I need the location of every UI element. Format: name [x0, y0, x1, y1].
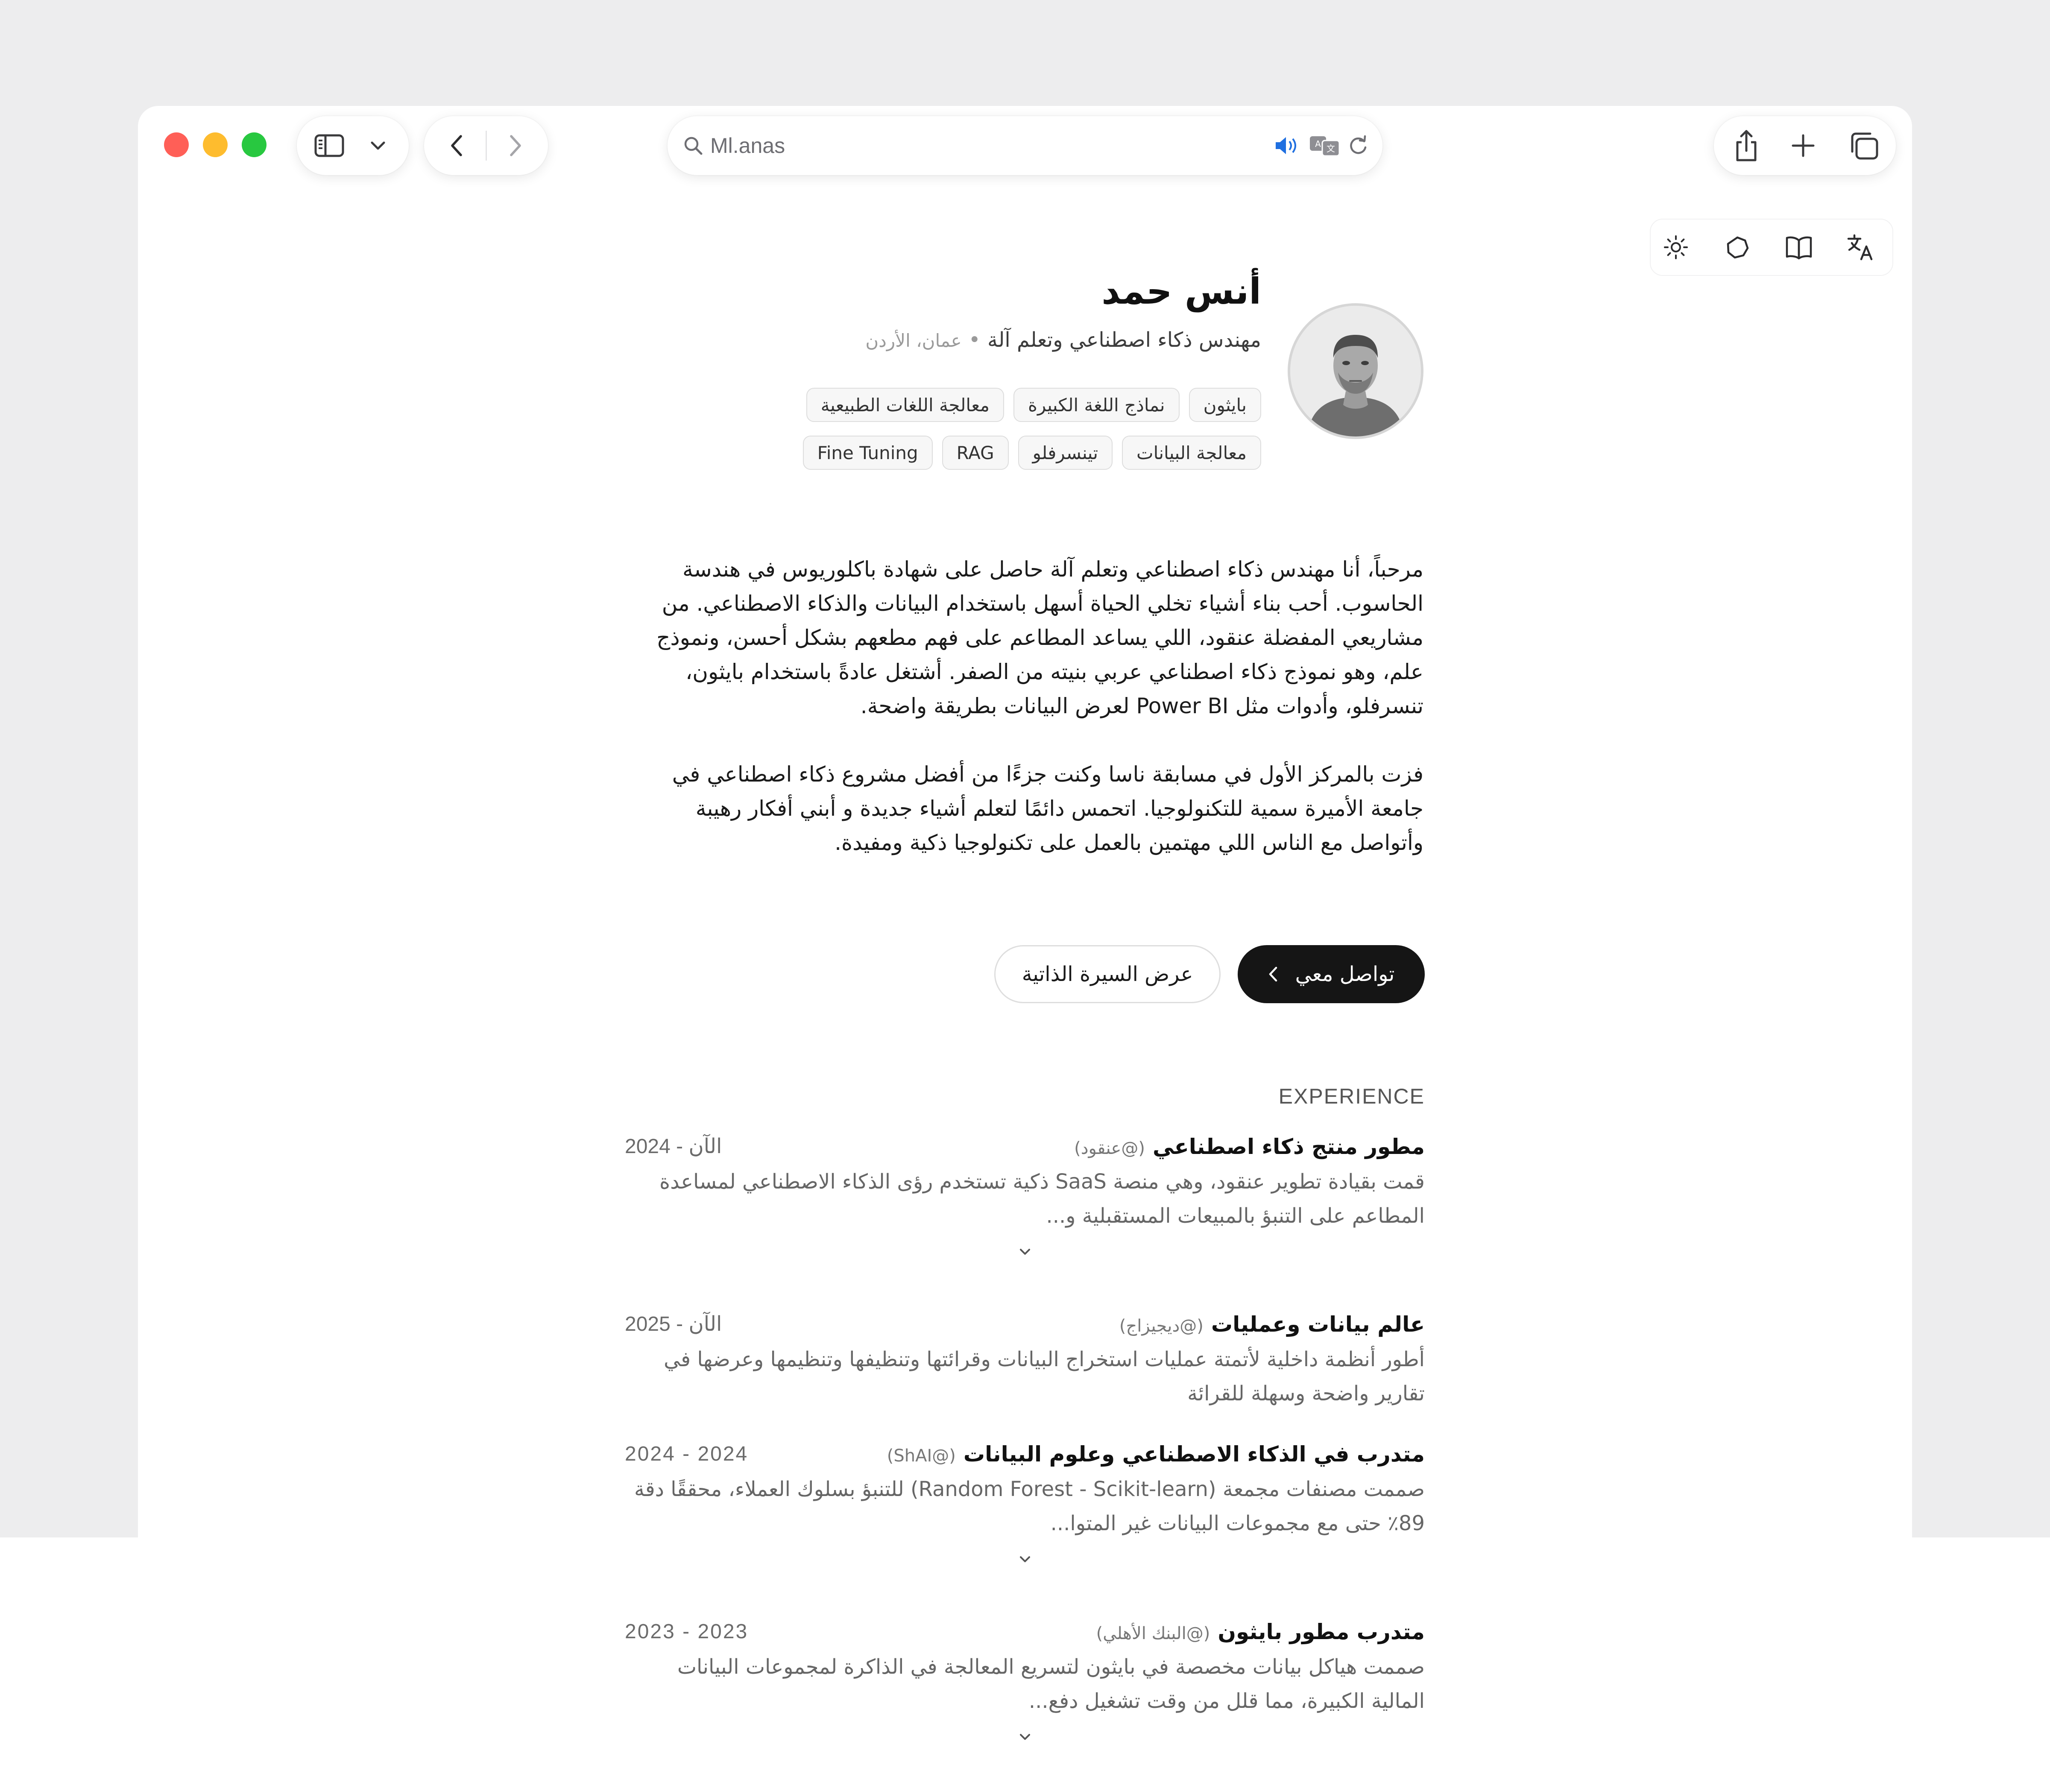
skill-tags-row-1: بايثون نماذج اللغة الكبيرة معالجة اللغات… — [565, 388, 1261, 422]
experience-item: متدرب في الذكاء الاصطناعي وعلوم البيانات… — [625, 1436, 1425, 1572]
skill-tag: نماذج اللغة الكبيرة — [1013, 388, 1180, 422]
experience-company: (@البنك الأهلي) — [1096, 1624, 1210, 1643]
skill-tags-row-2: معالجة البيانات تينسرفلو RAG Fine Tuning — [565, 436, 1261, 470]
experience-dates: 2024 - الآن — [625, 1135, 722, 1158]
address-text[interactable]: Ml.anas — [710, 116, 785, 175]
book-icon[interactable] — [1784, 233, 1814, 261]
experience-title: عالم بيانات وعمليات (@ديجيزاج) — [1119, 1306, 1425, 1344]
experience-role: عالم بيانات وعمليات — [1211, 1312, 1425, 1337]
experience-role: متدرب مطور بايثون — [1218, 1619, 1425, 1644]
skill-tag: RAG — [942, 436, 1009, 470]
forward-icon[interactable] — [503, 131, 528, 161]
experience-item: متدرب مطور بايثون (@البنك الأهلي) 2023 - … — [625, 1614, 1425, 1750]
experience-description: صممت هياكل بيانات مخصصة في بايثون لتسريع… — [677, 1655, 1425, 1713]
experience-role: متدرب في الذكاء الاصطناعي وعلوم البيانات — [963, 1442, 1425, 1467]
experience-title: متدرب في الذكاء الاصطناعي وعلوم البيانات… — [887, 1436, 1425, 1474]
experience-dates: 2023 - 2023 — [625, 1620, 749, 1643]
view-resume-label: عرض السيرة الذاتية — [1022, 962, 1193, 986]
close-window-button[interactable] — [164, 132, 189, 157]
contact-button-label: تواصل معي — [1295, 962, 1395, 986]
nav-divider — [486, 131, 487, 161]
zoom-window-button[interactable] — [242, 132, 266, 157]
chevron-down-icon[interactable] — [365, 135, 391, 156]
experience-company: (@ShAI) — [887, 1446, 956, 1466]
profile-subtitle: مهندس ذكاء اصطناعي وتعلم آلة• عمان، الأرد… — [650, 328, 1261, 352]
sidebar-toggle-group — [297, 116, 409, 175]
skill-tag: معالجة اللغات الطبيعية — [806, 388, 1004, 422]
experience-description: أطور أنظمة داخلية لأتمتة عمليات استخراج … — [664, 1347, 1425, 1405]
view-resume-button[interactable]: عرض السيرة الذاتية — [994, 945, 1221, 1003]
avatar — [1288, 303, 1423, 439]
search-icon — [681, 135, 705, 156]
expand-toggle[interactable] — [625, 1546, 1425, 1572]
svg-text:A: A — [1315, 139, 1321, 149]
tabs-icon[interactable] — [1847, 131, 1881, 161]
skill-tag: تينسرفلو — [1018, 436, 1113, 470]
expand-toggle[interactable] — [625, 1239, 1425, 1265]
bio-paragraph-2: فزت بالمركز الأول في مسابقة ناسا وكنت جز… — [672, 762, 1423, 855]
experience-description: صممت مصنفات مجمعة (Random Forest - Sciki… — [634, 1477, 1425, 1535]
share-icon[interactable] — [1729, 127, 1763, 164]
sun-icon[interactable] — [1662, 233, 1690, 261]
page-toolbar — [1650, 219, 1893, 276]
speaker-icon[interactable] — [1272, 133, 1302, 158]
skill-tag: معالجة البيانات — [1122, 436, 1261, 470]
circle-icon[interactable] — [1723, 233, 1751, 261]
address-bar[interactable]: Ml.anas A文 — [668, 116, 1382, 175]
sidebar-icon[interactable] — [312, 131, 346, 161]
navigation-group — [424, 116, 548, 175]
bio-paragraph-1: مرحباً، أنا مهندس ذكاء اصطناعي وتعلم آلة… — [656, 557, 1423, 718]
skill-tag: Fine Tuning — [802, 436, 933, 470]
browser-window: Ml.anas A文 أنس حمد مهندس ذكاء اصطناعي وت… — [138, 106, 1912, 1792]
chevron-down-icon — [1019, 1249, 1030, 1255]
experience-dates: 2024 - 2024 — [625, 1443, 749, 1465]
experience-heading: EXPERIENCE — [1278, 1084, 1425, 1108]
new-tab-icon[interactable] — [1788, 131, 1818, 161]
translate-icon[interactable] — [1845, 232, 1875, 262]
experience-item: عالم بيانات وعمليات (@ديجيزاج) 2025 - الآ… — [625, 1306, 1425, 1411]
experience-title: مطور منتج ذكاء اصطناعي (@عنقود) — [1074, 1129, 1425, 1166]
experience-description: قمت بقيادة تطوير عنقود، وهي منصة SaaS ذك… — [659, 1170, 1425, 1228]
minimize-window-button[interactable] — [203, 132, 228, 157]
experience-company: (@ديجيزاج) — [1119, 1316, 1204, 1336]
back-icon[interactable] — [444, 131, 469, 161]
svg-text:文: 文 — [1327, 143, 1335, 154]
chevron-down-icon — [1019, 1556, 1030, 1562]
chevron-left-icon — [1268, 966, 1278, 983]
experience-role: مطور منتج ذكاء اصطناعي — [1153, 1134, 1425, 1159]
expand-toggle[interactable] — [625, 1724, 1425, 1750]
profile-name: أنس حمد — [1101, 270, 1261, 312]
profile-location: عمان، الأردن — [865, 330, 962, 351]
experience-company: (@عنقود) — [1074, 1139, 1145, 1158]
chevron-down-icon — [1019, 1734, 1030, 1740]
experience-title: متدرب مطور بايثون (@البنك الأهلي) — [1096, 1614, 1425, 1651]
browser-actions-group — [1714, 116, 1896, 175]
translate-icon[interactable]: A文 — [1308, 133, 1342, 158]
separator-dot: • — [968, 328, 981, 352]
skill-tag: بايثون — [1189, 388, 1261, 422]
experience-dates: 2025 - الآن — [625, 1313, 722, 1335]
reload-icon[interactable] — [1346, 133, 1371, 158]
contact-button[interactable]: تواصل معي — [1238, 945, 1425, 1003]
experience-item: مطور منتج ذكاء اصطناعي (@عنقود) 2024 - ال… — [625, 1129, 1425, 1265]
profile-role: مهندس ذكاء اصطناعي وتعلم آلة — [987, 328, 1261, 352]
